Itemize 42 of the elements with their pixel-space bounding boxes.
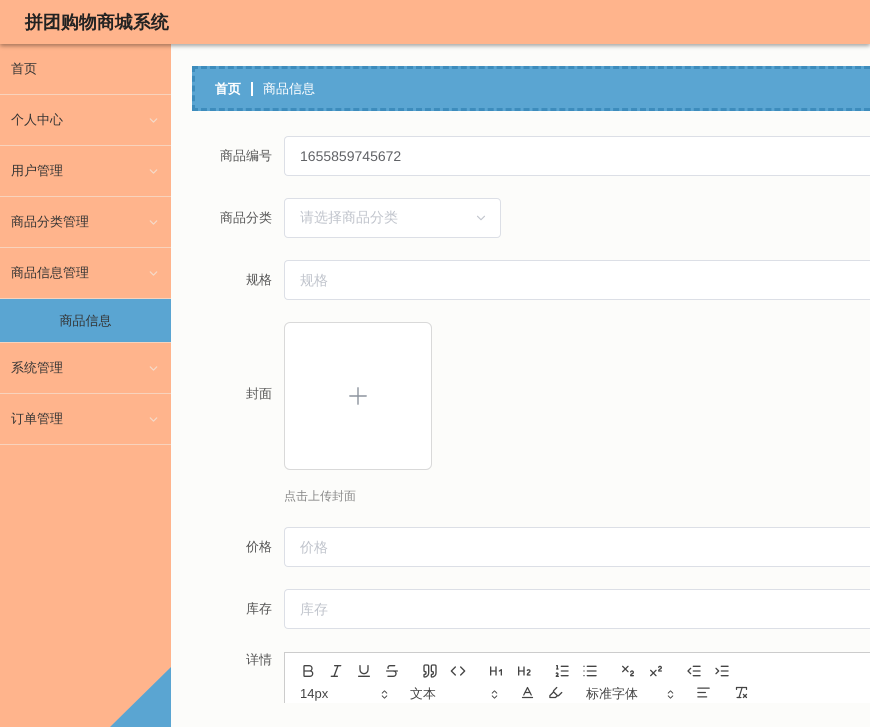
sidebar-item[interactable]: 系统管理 [0,343,171,394]
indent-icon[interactable] [714,663,730,679]
input-field[interactable]: 规格 [284,260,870,300]
input-field[interactable]: 1655859745672 [284,136,870,176]
superscript-icon[interactable] [648,663,664,679]
quote-icon[interactable] [422,663,438,679]
highlight-icon[interactable] [548,685,563,700]
ordered-list-icon[interactable] [554,663,570,679]
input-field[interactable]: 库存 [284,589,870,629]
strikethrough-icon[interactable] [384,663,400,679]
sidebar-item[interactable]: 个人中心 [0,95,171,146]
sidebar-item[interactable]: 订单管理 [0,394,171,445]
field-label: 规格 [245,271,273,289]
sidebar-item[interactable]: 商品分类管理 [0,197,171,248]
submenu-item[interactable]: 商品信息 [0,299,171,343]
field-label: 商品分类 [219,209,273,227]
field-label: 价格 [245,538,273,556]
field-label: 商品编号 [219,147,273,165]
up-down-arrows-icon [665,688,676,700]
font-family-select[interactable]: 标准字体 [586,687,676,701]
italic-icon[interactable] [328,663,344,679]
outdent-icon[interactable] [686,663,702,679]
field-label: 库存 [245,600,273,618]
input-field[interactable]: 价格 [284,527,870,567]
up-down-arrows-icon [489,688,500,700]
text-color-icon[interactable] [520,685,535,700]
field-label: 封面 [245,384,273,402]
app-title: 拼团购物商城系统 [25,11,169,34]
sidebar-item[interactable]: 用户管理 [0,146,171,197]
upload-hint: 点击上传封面 [284,488,357,505]
sidebar-item[interactable]: 首页 [0,44,171,95]
underline-icon[interactable] [356,663,372,679]
corner-decoration [110,667,171,727]
subscript-icon[interactable] [620,663,636,679]
heading-select[interactable]: 文本 [410,687,500,701]
font-size-select[interactable]: 14px [300,687,390,701]
bullet-list-icon[interactable] [582,663,598,679]
clear-format-icon[interactable] [734,685,749,700]
up-down-arrows-icon [379,688,390,700]
field-label: 详情 [245,651,273,669]
rich-text-editor[interactable]: 14px 文本 标准字体 [284,652,870,703]
align-icon[interactable] [696,685,711,700]
